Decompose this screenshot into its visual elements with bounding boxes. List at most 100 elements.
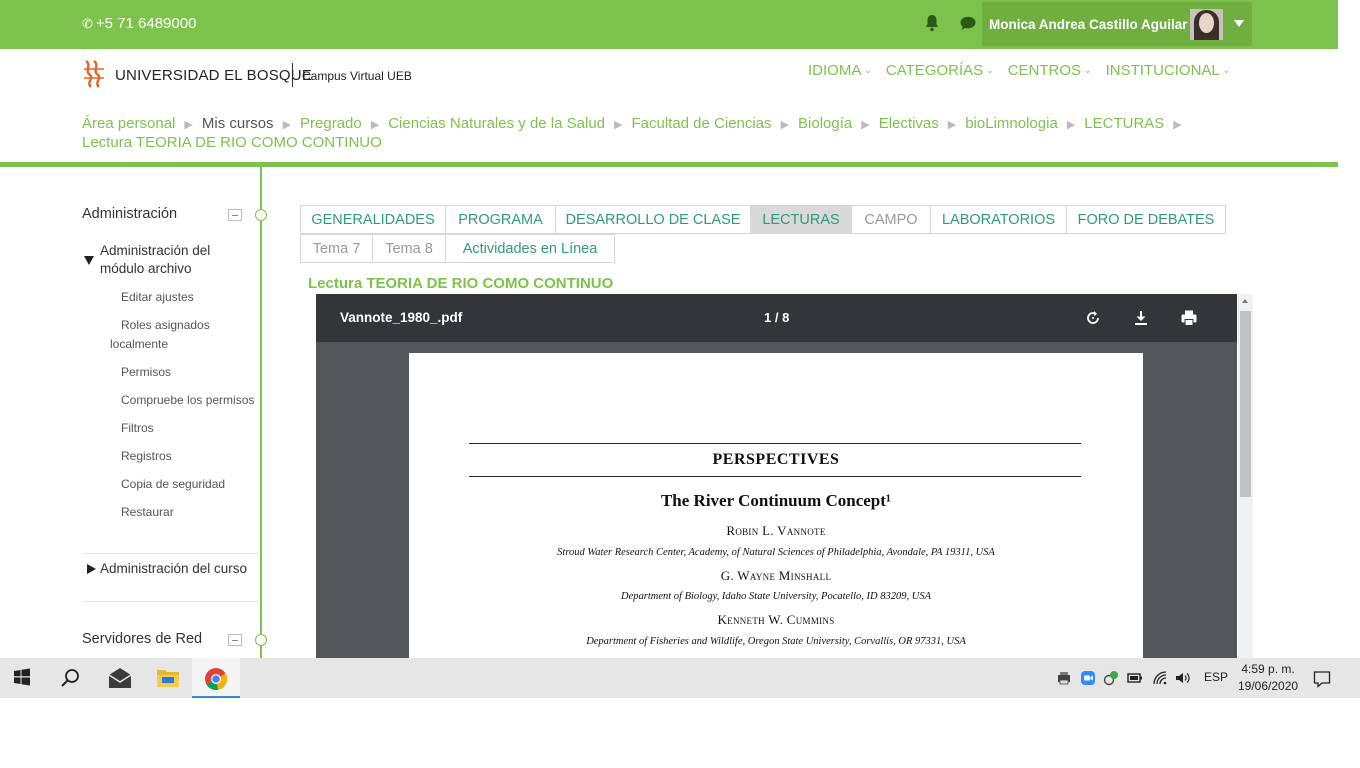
pdf-page: PERSPECTIVES The River Continuum Concept… (409, 353, 1143, 658)
browser-viewport: ✆ +5 71 6489000 Monica Andrea Castillo Ag… (0, 0, 1338, 658)
pdf-scroll-thumb[interactable] (1240, 311, 1251, 497)
timeline-node (255, 209, 267, 221)
clock-date: 19/06/2020 (1238, 679, 1299, 693)
breadcrumb-item[interactable]: Ciencias Naturales y de la Salud (388, 115, 605, 132)
tab-desarrollo-de-clase[interactable]: DESARROLLO DE CLASE (555, 205, 751, 234)
collapse-icon[interactable] (228, 209, 242, 221)
breadcrumb-item: Mis cursos (201, 115, 274, 132)
sidebar-link-copia-seguridad[interactable]: Copia de seguridad (121, 475, 225, 494)
pdf-affiliation: Department of Biology, Idaho State Unive… (621, 591, 931, 602)
campus-label: Campus Virtual UEB (302, 69, 412, 83)
volume-tray-icon[interactable] (1175, 670, 1191, 686)
pdf-viewer[interactable]: Vannote_1980_.pdf 1 / 8 PERSPECTIVES The… (316, 294, 1237, 658)
expanded-triangle-icon[interactable] (84, 256, 94, 265)
bell-icon[interactable] (925, 14, 939, 32)
nav-centros[interactable]: CENTROS ⌄ (1008, 62, 1092, 79)
mail-icon[interactable] (96, 658, 144, 698)
chat-bubble-icon[interactable] (960, 16, 976, 31)
breadcrumb-separator-icon: ▶ (780, 119, 790, 131)
breadcrumb-separator-icon: ▶ (370, 119, 380, 131)
sidebar-link-registros[interactable]: Registros (121, 447, 172, 466)
avatar[interactable] (1190, 9, 1223, 40)
user-menu-caret-icon[interactable] (1234, 20, 1244, 27)
breadcrumb-item[interactable]: Electivas (879, 115, 939, 132)
breadcrumb-separator-icon: ▶ (1066, 119, 1076, 131)
scroll-up-icon[interactable] (1242, 299, 1248, 303)
breadcrumb-item[interactable]: Pregrado (300, 115, 362, 132)
breadcrumb-separator-icon: ▶ (861, 119, 870, 131)
breadcrumb-item[interactable]: Lectura TEORIA DE RIO COMO CONTINUO (82, 134, 382, 151)
phone-icon: ✆ (82, 16, 93, 31)
logo-divider (292, 63, 293, 87)
battery-tray-icon[interactable] (1127, 670, 1143, 686)
chrome-icon[interactable] (192, 658, 240, 698)
sidebar-timeline (260, 167, 262, 658)
pdf-page-indicator: 1 / 8 (764, 310, 790, 325)
rotate-icon[interactable] (1083, 308, 1103, 328)
chevron-down-icon: ⌄ (864, 65, 872, 75)
tab-tema-7: Tema 7 (300, 234, 373, 263)
breadcrumb: Área personal ▶ Mis cursos ▶ Pregrado ▶ Cienci… (82, 115, 1232, 152)
tab-tema-8: Tema 8 (372, 234, 446, 263)
pdf-affiliation: Department of Fisheries and Wildlife, Or… (586, 636, 966, 647)
wifi-tray-icon[interactable] (1152, 670, 1168, 686)
nav-institucional[interactable]: INSTITUCIONAL ⌄ (1106, 62, 1231, 79)
university-name[interactable]: UNIVERSIDAD EL BOSQUE (115, 67, 312, 84)
tab-foro-de-debates[interactable]: FORO DE DEBATES (1066, 205, 1226, 234)
system-clock[interactable]: 4:59 p. m. 19/06/2020 (1238, 661, 1298, 695)
sidebar-link-comprobar-permisos[interactable]: Compruebe los permisos (121, 391, 254, 410)
top-nav: IDIOMA ⌄ CATEGORÍAS ⌄ CENTROS ⌄ INSTITUCION… (808, 62, 1230, 79)
rule-line (469, 443, 1081, 444)
tab-campo: CAMPO (851, 205, 931, 234)
pdf-author: Kenneth W. Cummins (717, 612, 835, 627)
collapsed-triangle-icon[interactable] (87, 564, 96, 574)
sync-tray-icon[interactable] (1103, 670, 1119, 686)
sidebar-link-filtros[interactable]: Filtros (121, 419, 154, 438)
module-admin-item[interactable]: Administración del módulo archivo (100, 242, 240, 278)
sidebar-link-roles[interactable]: Roles asignados localmente (110, 316, 230, 354)
admin-block-title: Administración (82, 206, 178, 222)
tab-lecturas[interactable]: LECTURAS (750, 205, 852, 234)
notifications-icon[interactable] (1313, 670, 1331, 688)
language-indicator[interactable]: ESP (1204, 670, 1228, 684)
phone-number: ✆ +5 71 6489000 (82, 15, 196, 32)
pdf-author: G. Wayne Minshall (720, 568, 832, 583)
breadcrumb-item[interactable]: Biología (798, 115, 852, 132)
search-icon[interactable] (48, 658, 96, 698)
rule-line (469, 476, 1081, 477)
course-admin-item[interactable]: Administración del curso (100, 560, 247, 578)
nav-idioma[interactable]: IDIOMA ⌄ (808, 62, 872, 79)
phone-text: +5 71 6489000 (95, 15, 197, 32)
breadcrumb-item[interactable]: Facultad de Ciencias (631, 115, 771, 132)
breadcrumb-item[interactable]: bioLimnologia (965, 115, 1058, 132)
sidebar-link-permisos[interactable]: Permisos (121, 363, 171, 382)
breadcrumb-item[interactable]: Área personal (82, 115, 175, 132)
user-name[interactable]: Monica Andrea Castillo Aguilar (989, 17, 1188, 32)
download-icon[interactable] (1131, 308, 1151, 328)
blank-area (0, 698, 1360, 768)
breadcrumb-separator-icon: ▶ (1173, 119, 1182, 131)
breadcrumb-item[interactable]: LECTURAS (1084, 115, 1164, 132)
zoom-tray-icon[interactable] (1080, 670, 1096, 686)
windows-start-icon[interactable] (0, 658, 48, 698)
collapse-icon[interactable] (228, 634, 242, 646)
print-icon[interactable] (1179, 308, 1199, 328)
pdf-scrollbar[interactable] (1238, 294, 1253, 658)
tab-actividades-en-linea[interactable]: Actividades en Línea (445, 234, 615, 263)
sidebar-link-restaurar[interactable]: Restaurar (121, 503, 174, 522)
logo-text-part2: EL BOSQUE (224, 67, 313, 84)
page-title: Lectura TEORIA DE RIO COMO CONTINUO (308, 275, 614, 292)
sidebar-divider (82, 553, 259, 554)
nav-categorias[interactable]: CATEGORÍAS ⌄ (886, 62, 994, 79)
file-explorer-icon[interactable] (144, 658, 192, 698)
breadcrumb-separator-icon: ▶ (614, 119, 623, 131)
university-logo-icon (84, 60, 104, 88)
sidebar-link-editar-ajustes[interactable]: Editar ajustes (121, 288, 194, 307)
tab-programa[interactable]: PROGRAMA (445, 205, 556, 234)
tab-generalidades[interactable]: GENERALIDADES (300, 205, 446, 234)
chevron-down-icon: ⌄ (986, 65, 994, 75)
pdf-section-heading: PERSPECTIVES (712, 451, 840, 468)
tab-laboratorios[interactable]: LABORATORIOS (930, 205, 1067, 234)
printer-tray-icon[interactable] (1056, 670, 1072, 686)
header-divider (0, 162, 1338, 167)
